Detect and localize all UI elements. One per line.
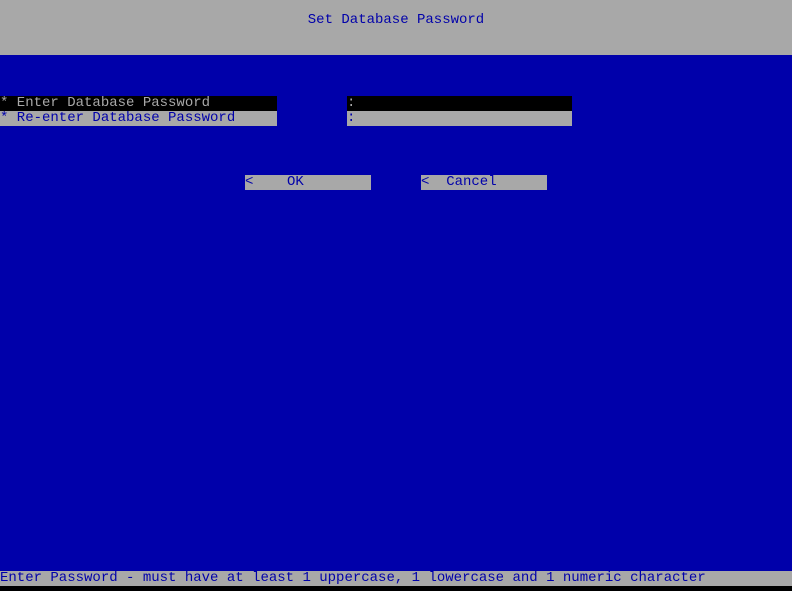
ok-button[interactable]: < OK > bbox=[245, 175, 371, 190]
form-area: * Enter Database Password : * Re-enter D… bbox=[0, 55, 792, 126]
reenter-password-input[interactable] bbox=[357, 111, 572, 126]
header-bar: Set Database Password bbox=[0, 0, 792, 55]
spacer bbox=[277, 111, 347, 126]
enter-password-row[interactable]: * Enter Database Password : bbox=[0, 96, 792, 111]
button-row: < OK > < Cancel > bbox=[0, 175, 792, 190]
enter-password-input[interactable] bbox=[357, 96, 572, 111]
reenter-password-label: * Re-enter Database Password bbox=[0, 111, 277, 126]
enter-password-label: * Enter Database Password bbox=[0, 96, 277, 111]
colon: : bbox=[347, 111, 357, 126]
main-panel: * Enter Database Password : * Re-enter D… bbox=[0, 55, 792, 571]
cancel-button[interactable]: < Cancel > bbox=[421, 175, 547, 190]
page-title: Set Database Password bbox=[308, 12, 484, 28]
colon: : bbox=[347, 96, 357, 111]
bottom-border bbox=[0, 586, 792, 591]
spacer bbox=[277, 96, 347, 111]
reenter-password-row[interactable]: * Re-enter Database Password : bbox=[0, 111, 792, 126]
status-hint: Enter Password - must have at least 1 up… bbox=[0, 570, 706, 586]
status-bar: Enter Password - must have at least 1 up… bbox=[0, 571, 792, 586]
